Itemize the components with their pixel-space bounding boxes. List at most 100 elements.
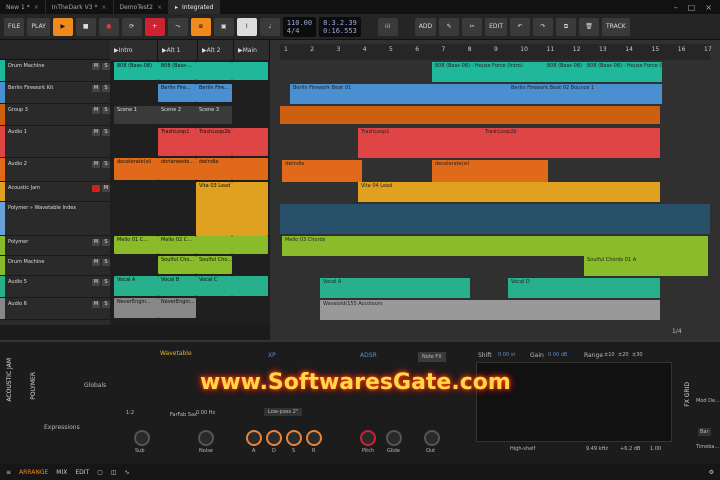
range-option[interactable]: ±30 [632, 352, 643, 358]
mute-button[interactable]: M [92, 85, 100, 92]
launcher-clip[interactable]: Soulful Cho... [196, 256, 232, 274]
track-button[interactable]: TRACK [602, 17, 630, 36]
settings-icon[interactable]: ⚙ [709, 469, 714, 476]
logo-button[interactable]: ⁞⁞⁞ [377, 17, 398, 36]
launcher-clip[interactable]: 808 (Bass-08) [114, 62, 158, 80]
pencil-button[interactable]: ✎ [439, 17, 460, 36]
launcher-clip[interactable]: NeverEngin... [158, 298, 196, 318]
arrange-clip[interactable]: 808 (Bass-08) - House Force (Fill) [584, 62, 662, 82]
shift-value[interactable]: 0.00 st [498, 352, 515, 358]
eq-band-type[interactable]: High-shelf [510, 446, 535, 452]
range-option[interactable]: ±20 [618, 352, 629, 358]
launcher-clip[interactable]: Berlin Fire... [196, 84, 232, 102]
noise-knob[interactable] [198, 430, 214, 446]
launcher-clip[interactable]: Mello 02 C... [158, 236, 196, 254]
play-label-button[interactable]: PLAY [27, 17, 50, 36]
record-arm-button[interactable] [92, 185, 100, 192]
clip-icon[interactable]: ▢ [97, 469, 103, 476]
add-button[interactable]: ADD [414, 17, 437, 36]
mute-button[interactable]: M [92, 129, 100, 136]
release-knob[interactable] [306, 430, 322, 446]
note-fx-button[interactable]: Note FX [418, 352, 446, 362]
arrange-tab[interactable]: ARRANGE [19, 469, 48, 476]
launcher-clip[interactable] [232, 128, 268, 156]
arrange-clip[interactable]: Vita 04 Lead [358, 182, 660, 202]
out-knob[interactable] [424, 430, 440, 446]
arrange-clip[interactable]: decelerate(sil [432, 160, 548, 182]
automation-lane[interactable] [280, 204, 710, 234]
track-header[interactable]: Audio 5 MS [0, 276, 110, 298]
loop-button[interactable]: ⟳ [121, 17, 142, 36]
launcher-clip[interactable]: decelerate(sil [114, 158, 158, 180]
metronome-button[interactable]: ♩ [259, 17, 280, 36]
arrange-clip[interactable]: Berlin Firework Beat 02 Bounce 1 [508, 84, 662, 104]
track-header[interactable]: Drum Machine M S [0, 256, 110, 276]
sustain-knob[interactable] [286, 430, 302, 446]
launcher-clip[interactable] [232, 62, 268, 80]
track-header[interactable]: Berlin Firework Kit M S [0, 82, 110, 104]
arrange-clip[interactable]: Mello 03 Chords [282, 236, 708, 256]
play-button[interactable]: ▶ [52, 17, 73, 36]
decay-knob[interactable] [266, 430, 282, 446]
mute-button[interactable]: M [92, 107, 100, 114]
launcher-clip[interactable]: Soulful Cho... [158, 256, 196, 274]
scene-intro[interactable]: ▶ Intro [110, 40, 158, 60]
file-button[interactable]: FILE [4, 17, 25, 36]
close-icon[interactable]: × [157, 4, 162, 11]
tab-project-2[interactable]: InTheDark V3 * × [46, 0, 114, 14]
tempo-display[interactable]: 110.00 4/4 [282, 16, 317, 37]
track-header[interactable]: Group 3 MS [0, 104, 110, 126]
mute-button[interactable]: M [92, 239, 100, 246]
solo-button[interactable]: S [102, 301, 110, 308]
solo-button[interactable]: S [102, 279, 110, 286]
launcher-clip[interactable]: NeverEngin... [114, 298, 158, 318]
cut-button[interactable]: ✂ [462, 17, 483, 36]
eq-q[interactable]: 1.00 [650, 446, 661, 452]
device-icon[interactable]: ◫ [111, 469, 117, 476]
arrange-clip[interactable] [280, 106, 660, 124]
close-icon[interactable]: × [34, 4, 39, 11]
delete-button[interactable]: 🗑 [579, 17, 599, 36]
mute-button[interactable]: M [92, 259, 100, 266]
tempo-value[interactable]: 110.00 [287, 19, 312, 27]
launcher-clip[interactable]: Vocal A [114, 276, 158, 296]
track-header[interactable]: Polymer M S [0, 236, 110, 256]
mute-button[interactable]: M [92, 161, 100, 168]
arrange-clip[interactable]: Berlin Firework Beat 01 [290, 84, 508, 104]
range-option[interactable]: ±10 [604, 352, 615, 358]
launcher-clip[interactable]: 808 (Bass-... [158, 62, 196, 80]
launcher-clip[interactable] [196, 62, 232, 80]
launcher-clip[interactable] [196, 236, 232, 254]
arrange-clip[interactable]: Wavsiold(155 Accolours [320, 300, 660, 320]
undo-button[interactable]: ↶ [510, 17, 530, 36]
scene-clip[interactable]: Scene 2 [158, 106, 196, 124]
close-icon[interactable]: × [101, 4, 106, 11]
freq-value[interactable]: 0.00 Hz [196, 410, 215, 416]
automation-button[interactable]: ⤳ [167, 17, 188, 36]
tab-project-3[interactable]: DemoTest2 × [114, 0, 169, 14]
scene-alt-2[interactable]: ▶ Alt 2 [198, 40, 234, 60]
timeline-ruler[interactable]: 1 2 3 4 5 6 7 8 9 10 11 12 13 14 15 16 17 [280, 44, 712, 60]
arrange-clip[interactable]: Soulful Chords 01 A [584, 256, 708, 276]
menu-icon[interactable]: ≡ [6, 469, 11, 476]
launcher-clip[interactable]: dorianeede... [158, 158, 196, 180]
eq-frequency[interactable]: 9.49 kHz [586, 446, 608, 452]
track-header[interactable]: Audio 1 MS [0, 126, 110, 158]
maximize-icon[interactable]: □ [688, 3, 696, 12]
solo-button[interactable]: S [102, 259, 110, 266]
copy-button[interactable]: ⧉ [556, 17, 576, 36]
track-header[interactable]: Acoustic Jam M [0, 182, 110, 202]
arrange-clip[interactable]: dwindle [282, 160, 362, 182]
launcher-clip[interactable]: Berlin Fire... [158, 84, 196, 102]
edit-button[interactable]: EDIT [485, 17, 507, 36]
arrange-clip[interactable]: Vocal D [508, 278, 660, 298]
scene-clip[interactable]: Scene 1 [114, 106, 158, 124]
track-header[interactable]: Audio 6 MS [0, 298, 110, 320]
minimize-icon[interactable]: – [674, 3, 678, 12]
solo-button[interactable]: S [102, 161, 110, 168]
solo-button[interactable]: S [102, 129, 110, 136]
launcher-clip[interactable] [232, 236, 268, 254]
filter-type-select[interactable]: Low-pass 2" [264, 408, 303, 416]
overdub-button[interactable]: ⊕ [190, 17, 211, 36]
scene-clip[interactable]: Scene 3 [196, 106, 232, 124]
